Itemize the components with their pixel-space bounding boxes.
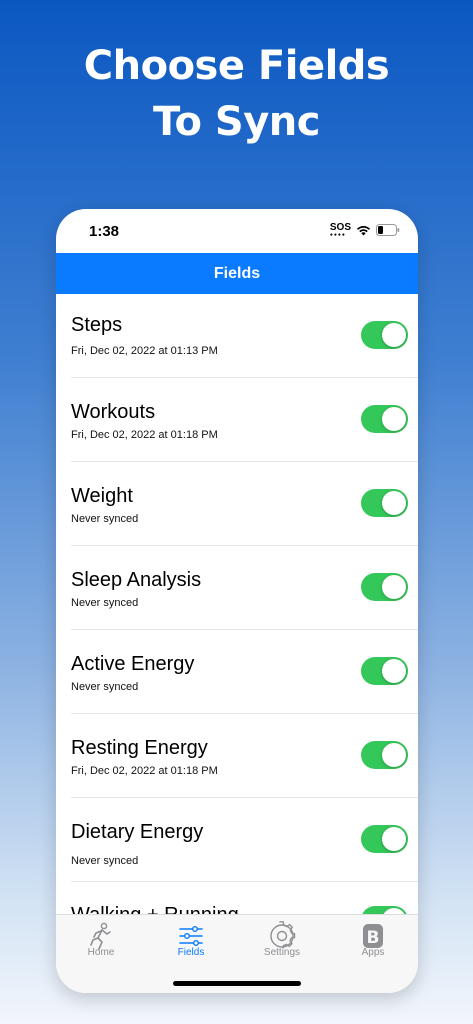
field-row-sleep-analysis: Sleep Analysis Never synced	[56, 546, 418, 630]
tab-settings[interactable]: Settings	[237, 915, 327, 975]
fields-list[interactable]: Steps Fri, Dec 02, 2022 at 01:13 PM Work…	[56, 294, 418, 914]
field-sync-status: Never synced	[71, 597, 139, 609]
workouts-toggle[interactable]	[361, 405, 408, 433]
field-name: Resting Energy	[71, 737, 208, 759]
field-name: Weight	[71, 485, 133, 507]
tab-label: Settings	[263, 947, 301, 958]
toggle-knob	[382, 491, 406, 515]
steps-toggle[interactable]	[361, 321, 408, 349]
toggle-knob	[382, 827, 406, 851]
toggle-knob	[382, 323, 406, 347]
field-row-active-energy: Active Energy Never synced	[56, 630, 418, 714]
field-name: Walking + Running	[71, 904, 239, 914]
tab-label: Fields	[177, 947, 205, 958]
field-sync-status: Never synced	[71, 681, 139, 693]
field-name: Sleep Analysis	[71, 569, 202, 591]
sos-signal-dots: ●●●●	[329, 232, 346, 238]
field-sync-status: Fri, Dec 02, 2022 at 01:13 PM	[71, 345, 218, 357]
field-row-workouts: Workouts Fri, Dec 02, 2022 at 01:18 PM	[56, 378, 418, 462]
toggle-knob	[382, 407, 406, 431]
field-name: Workouts	[71, 401, 156, 423]
tab-home[interactable]: Home	[56, 915, 146, 975]
nav-bar: Fields	[56, 253, 418, 294]
svg-text:B: B	[367, 928, 380, 948]
field-row-resting-energy: Resting Energy Fri, Dec 02, 2022 at 01:1…	[56, 714, 418, 798]
weight-toggle[interactable]	[361, 489, 408, 517]
active-energy-toggle[interactable]	[361, 657, 408, 685]
status-icons: SOS ●●●●	[329, 223, 400, 238]
field-row-dietary-energy: Dietary Energy Never synced	[56, 798, 418, 882]
field-sync-status: Fri, Dec 02, 2022 at 01:18 PM	[71, 765, 218, 777]
status-bar: 1:38 SOS ●●●●	[56, 209, 418, 253]
tab-fields[interactable]: Fields	[146, 915, 236, 975]
field-row-walking-running: Walking + Running	[56, 882, 418, 914]
field-sync-status: Fri, Dec 02, 2022 at 01:18 PM	[71, 429, 218, 441]
sleep-analysis-toggle[interactable]	[361, 573, 408, 601]
nav-title: Fields	[213, 265, 261, 282]
headline-line-1: Choose Fields	[83, 43, 390, 89]
field-sync-status: Never synced	[71, 513, 139, 525]
field-row-steps: Steps Fri, Dec 02, 2022 at 01:13 PM	[56, 294, 418, 378]
headline: Choose Fields To Sync	[0, 38, 473, 150]
tab-label: Apps	[361, 947, 385, 958]
battery-icon	[376, 224, 400, 236]
status-time: 1:38	[89, 223, 120, 240]
field-sync-status: Never synced	[71, 855, 139, 867]
wifi-icon	[356, 225, 371, 236]
sos-indicator: SOS ●●●●	[329, 223, 351, 238]
walking-running-toggle[interactable]	[361, 906, 408, 914]
resting-energy-toggle[interactable]	[361, 741, 408, 769]
headline-line-2: To Sync	[153, 99, 320, 145]
toggle-knob	[382, 743, 406, 767]
phone-screen: 1:38 SOS ●●●● Fields Steps Fri, Dec 02, …	[56, 209, 418, 993]
tab-label: Home	[87, 947, 115, 958]
toggle-knob	[382, 575, 406, 599]
field-row-weight: Weight Never synced	[56, 462, 418, 546]
field-name: Steps	[71, 314, 123, 336]
field-name: Dietary Energy	[71, 821, 204, 843]
tab-bar: Home Fields Settings B Apps	[56, 914, 418, 993]
dietary-energy-toggle[interactable]	[361, 825, 408, 853]
field-name: Active Energy	[71, 653, 195, 675]
home-indicator[interactable]	[173, 981, 301, 986]
tab-apps[interactable]: B Apps	[328, 915, 418, 975]
toggle-knob	[382, 659, 406, 683]
